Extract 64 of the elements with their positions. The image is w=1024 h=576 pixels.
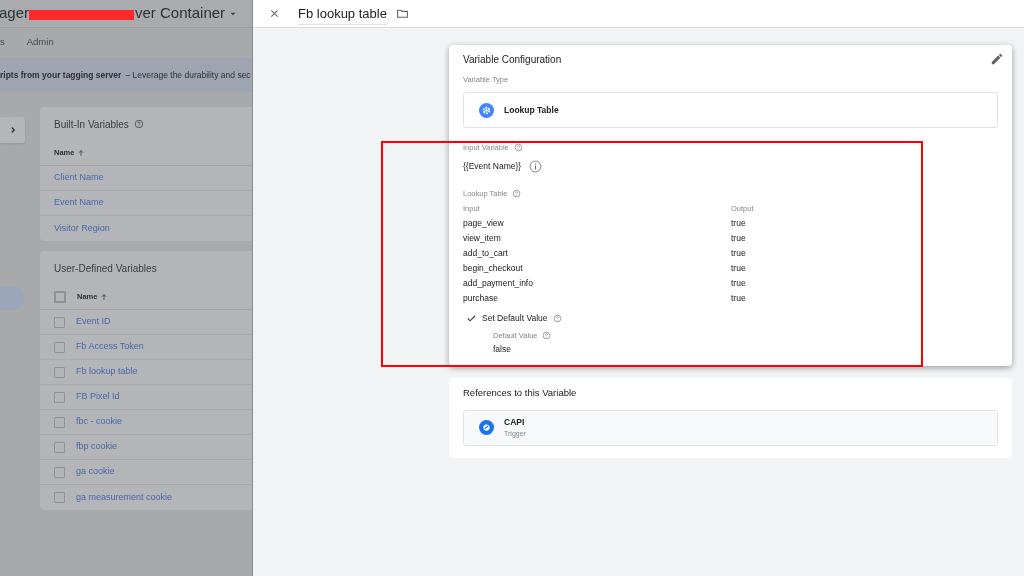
nav-tab[interactable]: Admin — [26, 34, 54, 50]
default-value: false — [493, 342, 512, 356]
variable-link[interactable]: Event Name — [54, 196, 104, 210]
table-cell-text: true — [731, 276, 747, 290]
variable-type-name: Lookup Table — [504, 103, 559, 117]
checkbox[interactable] — [54, 291, 66, 303]
variable-link[interactable]: fbp cookie — [76, 440, 118, 454]
container-name: ver Container — [135, 3, 226, 24]
expand-button[interactable] — [0, 117, 25, 143]
checkbox[interactable] — [54, 341, 65, 353]
table-cell-text: view_item — [463, 231, 502, 245]
help-icon — [513, 143, 523, 153]
table-cell-text: true — [731, 261, 747, 275]
variable-link[interactable]: Fb lookup table — [76, 365, 138, 379]
checkbox-label: Set Default Value — [482, 311, 548, 325]
sort-up-icon — [77, 149, 86, 157]
variable-link[interactable]: ga measurement cookie — [76, 490, 173, 505]
folder-icon — [395, 7, 409, 20]
table-cell-text: begin_checkout — [463, 261, 524, 275]
checkbox[interactable] — [54, 366, 65, 378]
pencil-icon — [990, 52, 1004, 66]
variable-link[interactable]: Event ID — [76, 315, 111, 329]
close-icon — [268, 8, 280, 19]
checkbox[interactable] — [54, 316, 65, 328]
help-icon — [542, 330, 552, 340]
variable-link[interactable]: Visitor Region — [54, 221, 110, 236]
gear-icon — [479, 102, 494, 118]
edit-button[interactable] — [990, 52, 1004, 66]
banner-text: – Leverage the durability and sec — [125, 68, 251, 82]
app-title: ager — [0, 3, 30, 24]
table-cell-text: page_view — [463, 216, 505, 230]
checkbox[interactable] — [54, 391, 65, 403]
table-cell-text: true — [731, 246, 747, 260]
variable-link[interactable]: Fb Access Token — [76, 340, 144, 354]
nav-tab[interactable]: s — [0, 34, 5, 50]
checkbox[interactable] — [54, 466, 65, 478]
card-title: References to this Variable — [463, 386, 578, 401]
table-cell-text: true — [731, 231, 747, 245]
card-title: Variable Configuration — [463, 52, 562, 67]
trigger-icon — [479, 420, 494, 435]
card-title: User-Defined Variables — [54, 261, 157, 276]
table-cell-text: add_to_cart — [463, 246, 509, 260]
help-icon — [552, 313, 562, 323]
variable-link[interactable]: fbc - cookie — [76, 415, 123, 429]
checkbox[interactable] — [54, 441, 65, 453]
variable-type-selector[interactable]: Lookup Table — [463, 92, 998, 129]
table-cell-text: add_payment_info — [463, 276, 534, 290]
sort-up-icon — [100, 293, 109, 301]
checkbox[interactable] — [54, 416, 65, 428]
help-icon — [133, 119, 144, 129]
input-variable-value: {{Event Name}} — [463, 159, 522, 173]
help-icon — [512, 188, 522, 198]
title-field[interactable]: Fb lookup table — [298, 3, 387, 26]
variable-link[interactable]: Client Name — [54, 171, 104, 185]
variable-link[interactable]: FB Pixel Id — [76, 390, 120, 404]
table-cell-text: true — [731, 291, 747, 305]
table-cell-text: purchase — [463, 291, 499, 305]
table-cell-text: true — [731, 216, 747, 230]
variable-link[interactable]: ga cookie — [76, 465, 115, 479]
info-icon — [529, 159, 543, 173]
banner-title: ripts from your tagging server — [0, 68, 122, 82]
reference-name: CAPI — [504, 415, 526, 429]
checkbox[interactable] — [54, 492, 65, 503]
card-title: Built-In Variables — [54, 117, 129, 132]
